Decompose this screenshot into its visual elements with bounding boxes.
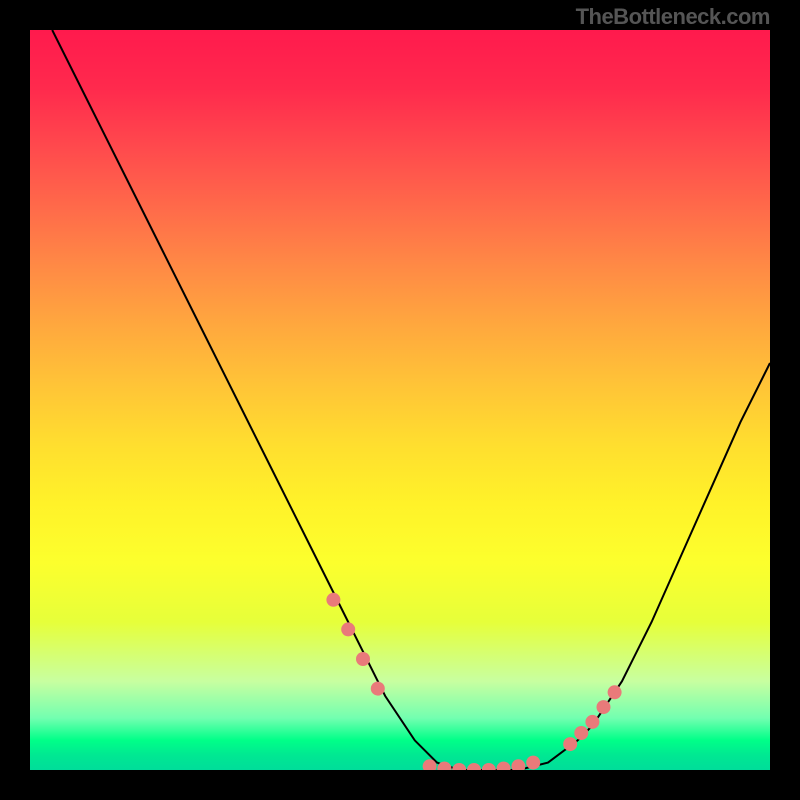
curve-marker-dot: [356, 652, 370, 666]
curve-marker-dot: [371, 682, 385, 696]
curve-marker-dot: [526, 756, 540, 770]
curve-marker-dot: [326, 593, 340, 607]
curve-marker-dot: [482, 763, 496, 770]
curve-marker-dot: [563, 737, 577, 751]
plot-area: [30, 30, 770, 770]
curve-marker-dot: [608, 685, 622, 699]
curve-marker-dot: [497, 762, 511, 771]
curve-marker-dot: [452, 763, 466, 770]
curve-marker-dot: [467, 763, 481, 770]
curve-marker-dot: [574, 726, 588, 740]
curve-marker-dot: [511, 759, 525, 770]
curve-marker-dot: [597, 700, 611, 714]
chart-container: TheBottleneck.com: [0, 0, 800, 800]
curve-marker-dot: [585, 715, 599, 729]
chart-svg: [30, 30, 770, 770]
bottleneck-curve: [52, 30, 770, 770]
curve-marker-group: [326, 593, 621, 770]
watermark-text: TheBottleneck.com: [576, 4, 770, 30]
curve-marker-dot: [341, 622, 355, 636]
